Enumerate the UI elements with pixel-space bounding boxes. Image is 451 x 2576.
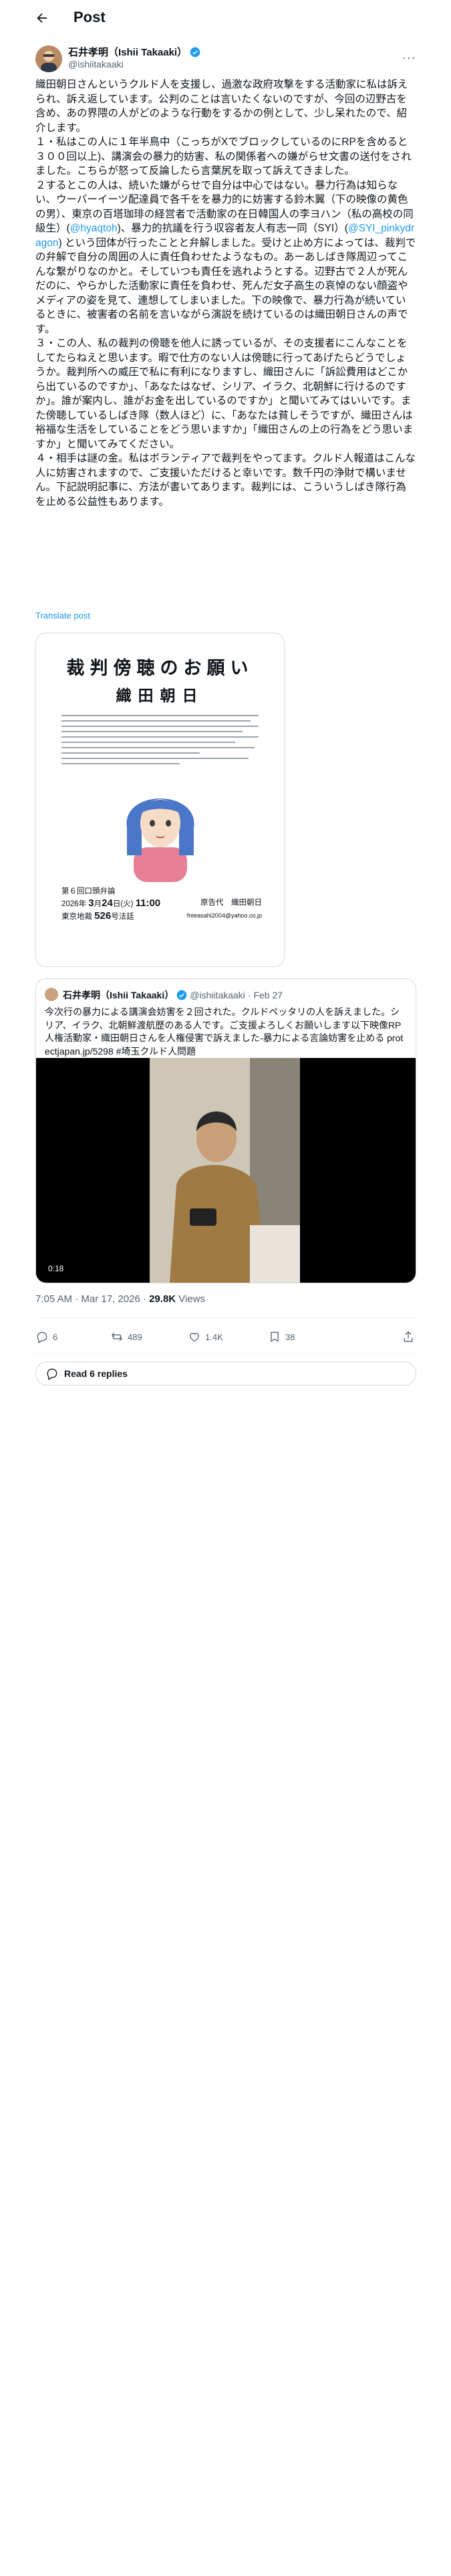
flyer-session: 第６回口頭弁論 bbox=[61, 887, 116, 895]
repost-icon bbox=[111, 1332, 123, 1341]
tweet-text-segment: 織田朝日さんというクルド人を支援し、過激な政府攻撃をする活動家に私は訴えられ、訴… bbox=[35, 79, 408, 134]
share-icon bbox=[404, 1331, 413, 1342]
quoted-date: · Feb 27 bbox=[247, 990, 283, 1000]
tweet-paragraph: １・私はこの人に１年半鳥中（こっちがXでブロックしているのにRPを含めると３００… bbox=[35, 135, 416, 179]
divider bbox=[35, 1317, 416, 1318]
read-replies-button[interactable]: Read 6 replies bbox=[35, 1362, 416, 1386]
reply-icon bbox=[37, 1331, 47, 1344]
quoted-tweet[interactable]: 石井孝明（Ishii Takaaki） @ishiitakaaki · Feb … bbox=[35, 978, 416, 1283]
author-name[interactable]: 石井孝明（Ishii Takaaki） bbox=[68, 45, 200, 59]
video-player[interactable]: 0:18 bbox=[36, 1058, 416, 1283]
quoted-header: 石井孝明（Ishii Takaaki） @ishiitakaaki · Feb … bbox=[63, 988, 283, 1002]
flyer-body-text bbox=[61, 715, 259, 768]
page-title: Post bbox=[73, 9, 106, 25]
tweet-paragraph: ４・相手は謎の金。私はボランティアで裁判をやってます。クルド人報道はこんな人に妨… bbox=[35, 451, 416, 509]
bookmark-icon bbox=[271, 1331, 279, 1342]
flyer-day: 24 bbox=[102, 897, 113, 909]
like-button[interactable]: 1.4K bbox=[188, 1330, 223, 1344]
girl-illustration bbox=[126, 798, 194, 882]
video-frame bbox=[150, 1058, 300, 1283]
verified-badge-icon bbox=[176, 990, 187, 1000]
flyer-court: 東京地裁 526号法廷 bbox=[61, 910, 134, 923]
video-timestamp: 0:18 bbox=[44, 1263, 68, 1275]
tweet-text: 織田朝日さんというクルド人を支援し、過激な政府攻撃をする活動家に私は訴えられ、訴… bbox=[35, 78, 416, 509]
bookmark-count: 38 bbox=[285, 1331, 295, 1342]
translate-post-link[interactable]: Translate post bbox=[35, 611, 90, 621]
flyer-weekday: (火) bbox=[120, 900, 134, 908]
verified-badge-icon bbox=[190, 47, 200, 57]
flyer-month-unit: 月 bbox=[94, 900, 102, 908]
tweet-paragraph: ３・この人、私の裁判の傍聴を他人に誘っているが、その支援者にこんなことをしてたら… bbox=[35, 336, 416, 451]
reply-button[interactable]: 6 bbox=[35, 1330, 57, 1344]
flyer-email: freeasahi2004@yahoo.co.jp bbox=[186, 912, 262, 919]
back-arrow-icon[interactable] bbox=[35, 11, 49, 25]
reply-bubble-icon bbox=[47, 1368, 57, 1380]
more-options-icon[interactable]: ··· bbox=[402, 51, 416, 65]
author-handle[interactable]: @ishiitakaaki bbox=[68, 59, 124, 70]
post-meta: 7:05 AM · Mar 17, 2026 · 29.8K Views bbox=[35, 1293, 205, 1305]
flyer-time: 11:00 bbox=[135, 897, 161, 909]
tweet-text-segment: )、暴力的抗議を行う収容者友人有志一同（SYI）( bbox=[117, 223, 348, 234]
flyer-court-name: 東京地裁 bbox=[61, 913, 92, 921]
tweet-paragraph: ２するとこの人は、続いた嫌がらせで自分は中心ではない。暴力行為は知らない、ウーバ… bbox=[35, 179, 416, 337]
views-count: 29.8K bbox=[149, 1293, 176, 1305]
reply-count: 6 bbox=[53, 1331, 58, 1342]
flyer-datetime: 2026年 3月24日(火) 11:00 bbox=[61, 897, 160, 910]
quoted-author-name: 石井孝明（Ishii Takaaki） bbox=[63, 990, 174, 1000]
tweet-text-segment: ３・この人、私の裁判の傍聴を他人に誘っているが、その支援者にこんなことをしてたら… bbox=[35, 338, 414, 450]
tweet-text-segment: ) という団体が行ったことと弁解しました。受けと止め方によっては、裁判での弁解で… bbox=[35, 237, 416, 335]
read-replies-label: Read 6 replies bbox=[64, 1368, 128, 1379]
action-bar: 6 489 1.4K 38 bbox=[35, 1327, 416, 1348]
quoted-avatar bbox=[45, 988, 58, 1001]
flyer-room-unit: 号法廷 bbox=[111, 913, 134, 921]
flyer-month: 3 bbox=[88, 897, 94, 909]
flyer-room: 526 bbox=[94, 910, 112, 922]
author-name-text[interactable]: 石井孝明（Ishii Takaaki） bbox=[68, 45, 187, 59]
flyer-day-unit: 日 bbox=[112, 900, 121, 908]
flyer-image[interactable]: 裁判傍聴のお願い 織田朝日 第６回口頭弁論 2026年 3月24日(火) 11:… bbox=[35, 633, 285, 967]
tweet-text-segment: １・私はこの人に１年半鳥中（こっちがXでブロックしているのにRPを含めると３００… bbox=[35, 136, 412, 177]
like-count: 1.4K bbox=[205, 1331, 223, 1342]
top-bar: Post bbox=[0, 0, 451, 35]
views-label: Views bbox=[176, 1293, 206, 1305]
flyer-year: 2026年 bbox=[61, 900, 87, 908]
quoted-handle: @ishiitakaaki bbox=[190, 990, 245, 1000]
mention-link[interactable]: @hyaqtoh bbox=[70, 223, 118, 234]
share-button[interactable] bbox=[402, 1330, 415, 1344]
repost-button[interactable]: 489 bbox=[110, 1330, 142, 1344]
bookmark-button[interactable]: 38 bbox=[268, 1330, 295, 1344]
tweet-paragraph: 織田朝日さんというクルド人を支援し、過激な政府攻撃をする活動家に私は訴えられ、訴… bbox=[35, 78, 416, 135]
flyer-title: 裁判傍聴のお願い bbox=[66, 658, 254, 679]
flyer-details: 第６回口頭弁論 2026年 3月24日(火) 11:00 原告代 織田朝日 東京… bbox=[61, 886, 262, 923]
flyer-subtitle: 織田朝日 bbox=[116, 687, 204, 705]
repost-count: 489 bbox=[128, 1331, 142, 1342]
flyer-plaintiff: 原告代 織田朝日 bbox=[200, 899, 262, 907]
tweet-text-segment: ４・相手は謎の金。私はボランティアで裁判をやってます。クルド人報道はこんな人に妨… bbox=[35, 453, 416, 508]
avatar[interactable] bbox=[35, 45, 62, 72]
quoted-text: 今次行の暴力による講演会妨害を２回された。クルドペッタリの人を訴えました。シリア… bbox=[45, 1006, 404, 1057]
heart-icon bbox=[190, 1333, 199, 1342]
post-timestamp[interactable]: 7:05 AM · Mar 17, 2026 · bbox=[35, 1293, 149, 1305]
